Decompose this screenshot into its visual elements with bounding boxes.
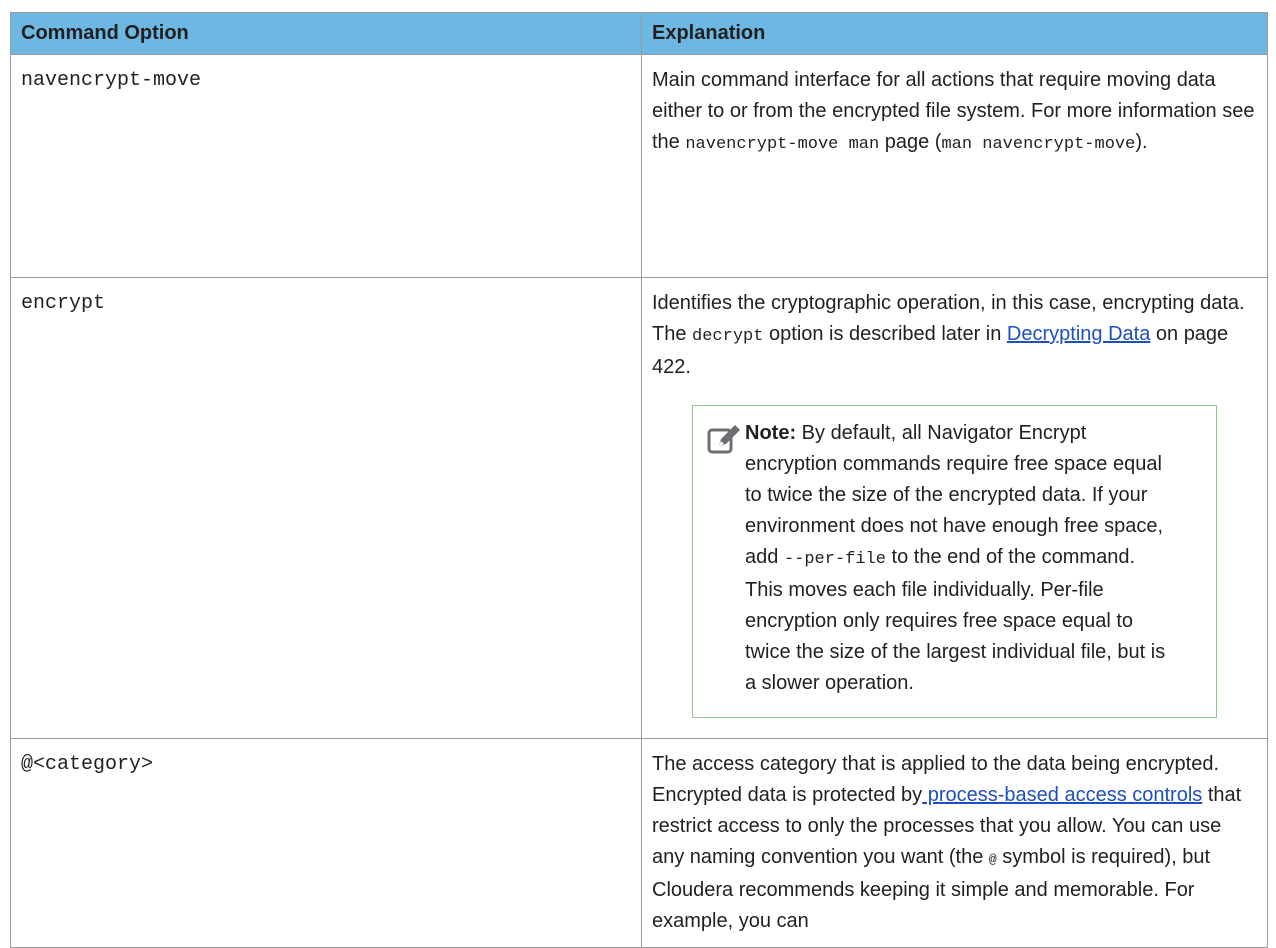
- table-row: encrypt Identifies the cryptographic ope…: [10, 277, 1268, 739]
- option-category: @<category>: [10, 738, 642, 948]
- explanation-text: option is described later in: [763, 323, 1007, 345]
- command-options-table: Command Option Explanation navencrypt-mo…: [10, 12, 1268, 948]
- note-box: Note: By default, all Navigator Encrypt …: [692, 405, 1217, 718]
- table-header-row: Command Option Explanation: [10, 12, 1268, 55]
- process-based-access-controls-link[interactable]: process-based access controls: [922, 784, 1203, 806]
- explanation-cell: Identifies the cryptographic operation, …: [641, 277, 1268, 739]
- explanation-text: page (: [879, 131, 942, 153]
- note-label: Note:: [745, 422, 797, 444]
- inline-code: navencrypt-move man: [685, 135, 880, 154]
- table-row: @<category> The access category that is …: [10, 738, 1268, 948]
- note-pencil-icon: [707, 424, 741, 456]
- explanation-text: ).: [1135, 131, 1148, 153]
- table-row: navencrypt-move Main command interface f…: [10, 54, 1268, 278]
- option-encrypt: encrypt: [10, 277, 642, 739]
- explanation-cell: Main command interface for all actions t…: [641, 54, 1268, 278]
- explanation-cell: The access category that is applied to t…: [641, 738, 1268, 948]
- header-explanation: Explanation: [641, 12, 1268, 55]
- inline-code: @: [988, 852, 997, 867]
- inline-code: --per-file: [783, 550, 886, 569]
- inline-code: decrypt: [692, 327, 764, 346]
- option-navencrypt-move: navencrypt-move: [10, 54, 642, 278]
- header-command-option: Command Option: [10, 12, 642, 55]
- inline-code: man navencrypt-move: [941, 135, 1136, 154]
- decrypting-data-link[interactable]: Decrypting Data: [1007, 323, 1150, 345]
